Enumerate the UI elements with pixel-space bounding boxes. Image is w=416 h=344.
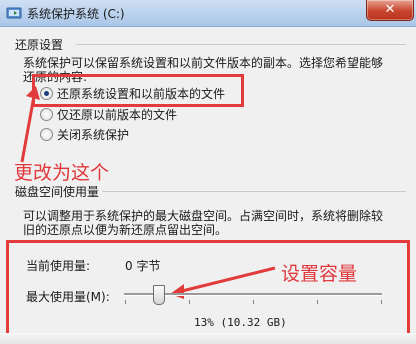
annotation-capacity-text: 设置容量 [281,263,358,285]
disk-description-line2: 旧的还原点以便为新还原点留出空间。 [23,223,228,237]
slider-tick [189,300,190,304]
annotation-arrowhead-up [26,86,40,100]
slider-tick [253,300,254,304]
disk-heading-divider [102,191,406,192]
slider-tick [381,300,382,304]
max-usage-label: 最大使用量(M): [26,290,110,304]
slider-tick [125,300,126,304]
max-usage-value: 13% (10.32 GB) [194,316,287,329]
slider-tick [317,300,318,304]
dialog-bottom-strip [0,333,416,344]
annotation-change-text: 更改为这个 [14,162,110,184]
annotation-arrow-up [20,95,36,163]
current-usage-value: 0 字节 [125,259,161,273]
current-usage-label: 当前使用量: [26,259,91,273]
disk-usage-heading: 磁盘空间使用量 [15,185,100,199]
max-usage-slider-thumb[interactable] [152,285,165,305]
